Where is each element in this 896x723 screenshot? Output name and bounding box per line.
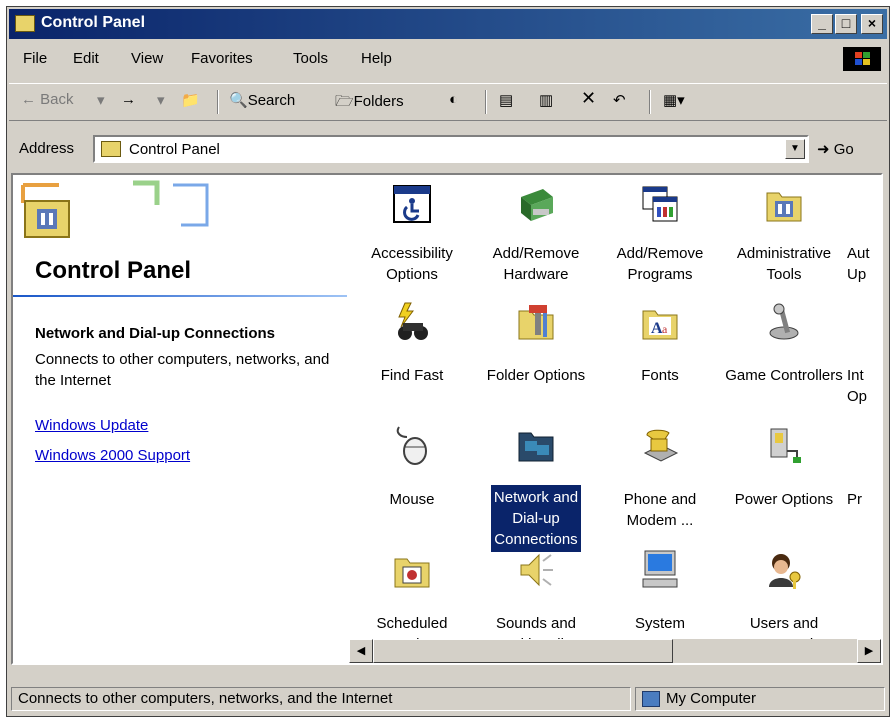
address-label: Address (19, 140, 75, 157)
toolbar: ← Back ▾ → ▾ 📁 🔍Search 🗁Folders ◐ ▤ ▥ ✕ … (9, 83, 887, 121)
menu-bar: File Edit View Favorites Tools Help (9, 45, 887, 71)
chevron-down-icon[interactable]: ▼ (785, 139, 805, 159)
menu-file[interactable]: File (23, 50, 47, 67)
status-text: Connects to other computers, networks, a… (11, 687, 631, 711)
copy-to-icon[interactable]: ▥ (539, 91, 553, 109)
close-button[interactable]: × (861, 14, 883, 34)
find-fast-icon (398, 302, 428, 340)
accessibility-icon (393, 185, 431, 223)
power-options-icon (770, 428, 801, 463)
address-input[interactable]: Control Panel ▼ (93, 135, 809, 163)
scrollbar-thumb[interactable] (373, 639, 673, 663)
minimize-button[interactable]: _ (811, 14, 833, 34)
folders-button[interactable]: 🗁Folders (335, 91, 404, 116)
network-icon (518, 432, 554, 462)
content-area: Control Panel Network and Dial-up Connec… (11, 173, 883, 665)
views-button[interactable]: ▦▾ (663, 91, 685, 109)
selected-item-description: Connects to other computers, networks, a… (35, 351, 330, 389)
menu-edit[interactable]: Edit (73, 50, 99, 67)
menu-tools[interactable]: Tools (293, 50, 328, 67)
control-panel-folder-icon (15, 15, 35, 32)
mouse-icon (396, 426, 427, 465)
users-icon (769, 554, 801, 589)
add-hardware-icon (521, 189, 553, 221)
sounds-icon (520, 553, 553, 587)
explorer-window: Control Panel _ □ × File Edit View Favor… (6, 6, 890, 717)
title-bar[interactable]: Control Panel _ □ × (9, 9, 887, 39)
add-programs-icon (642, 186, 678, 222)
windows-logo-icon (843, 47, 881, 71)
go-button[interactable]: ➜ Go (817, 140, 854, 158)
history-icon[interactable]: ◐ (449, 91, 458, 108)
maximize-button[interactable]: □ (835, 14, 857, 34)
my-computer-icon (642, 691, 660, 707)
undo-icon[interactable]: ↶ (613, 91, 626, 109)
control-panel-folder-icon (101, 141, 121, 157)
system-icon (642, 550, 678, 588)
forward-button[interactable]: → (121, 91, 136, 108)
title-divider (13, 295, 347, 297)
game-controllers-icon (769, 303, 799, 340)
window-title: Control Panel (41, 14, 146, 31)
delete-icon[interactable]: ✕ (581, 88, 596, 109)
windows-2000-support-link[interactable]: Windows 2000 Support (35, 447, 190, 464)
address-bar: Address Control Panel ▼ ➜ Go (9, 131, 887, 167)
windows-update-link[interactable]: Windows Update (35, 417, 148, 434)
scroll-left-icon[interactable]: ◀ (349, 639, 373, 663)
address-value: Control Panel (129, 141, 220, 158)
phone-modem-icon (643, 429, 679, 462)
forward-dropdown-icon[interactable]: ▾ (157, 91, 165, 109)
page-title: Control Panel (35, 257, 192, 284)
horizontal-scrollbar[interactable]: ◀ ▶ (349, 639, 881, 663)
search-button[interactable]: 🔍Search (229, 91, 295, 109)
webview-pane: Control Panel Network and Dial-up Connec… (13, 175, 349, 663)
scheduled-tasks-icon (394, 558, 430, 588)
selected-item-title: Network and Dial-up Connections (35, 325, 276, 342)
scroll-right-icon[interactable]: ▶ (857, 639, 881, 663)
back-dropdown-icon[interactable]: ▾ (97, 91, 105, 109)
menu-favorites[interactable]: Favorites (191, 50, 253, 67)
fonts-icon: Aa (642, 310, 678, 340)
menu-help[interactable]: Help (361, 50, 392, 67)
up-folder-icon[interactable]: 📁 (181, 91, 200, 109)
move-to-icon[interactable]: ▤ (499, 91, 513, 109)
folder-options-icon (518, 305, 554, 340)
back-button[interactable]: ← Back (21, 91, 74, 108)
admin-tools-icon (766, 192, 802, 222)
control-panel-banner-icon (21, 180, 209, 238)
status-zone: My Computer (635, 687, 885, 711)
status-bar: Connects to other computers, networks, a… (9, 683, 887, 713)
menu-view[interactable]: View (131, 50, 163, 67)
svg-text:a: a (662, 322, 668, 336)
